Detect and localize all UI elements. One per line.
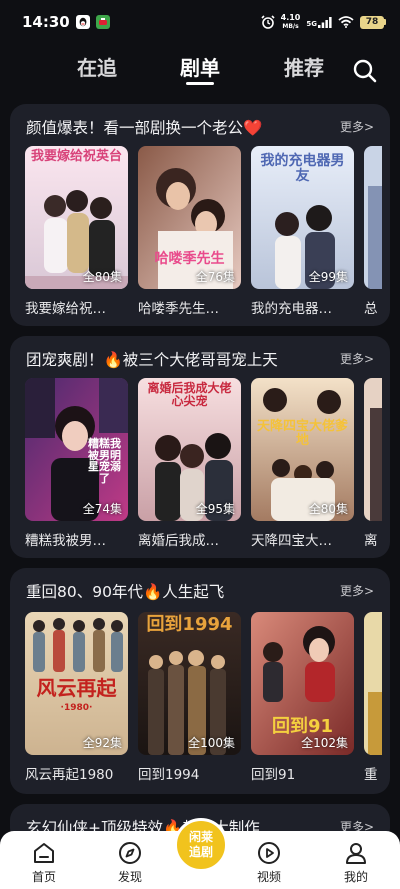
nav-label: 发现: [117, 870, 142, 884]
drama-card-row: 风云再起 ·1980· 全92集 风云再起1980 回到1994 全100集 回…: [25, 612, 382, 783]
section-title: 重回80、90年代🔥人生起飞: [26, 583, 225, 601]
drama-poster[interactable]: [364, 378, 382, 521]
poster-title-art: 回到1994: [146, 614, 233, 635]
status-time: 14:30: [22, 13, 70, 31]
alarm-icon: [261, 15, 275, 29]
signal-bars-icon: [318, 16, 332, 28]
signal-indicator: 5G: [306, 16, 332, 28]
drama-poster[interactable]: 回到91 全102集: [251, 612, 354, 755]
drama-title: 回到1994: [138, 767, 200, 783]
poster-title-art: 哈喽季先生: [154, 251, 225, 267]
poster-title-art: 风云再起: [36, 676, 117, 700]
episode-count: 全76集: [195, 270, 235, 284]
status-indicators: 4.10 MB/s 5G 78: [261, 13, 386, 31]
playlist-section: 重回80、90年代🔥人生起飞 更多> 风云再起 ·1980· 全92集 风云再起…: [10, 568, 390, 794]
drama-title: 我的充电器…: [251, 301, 332, 317]
drama-poster[interactable]: 哈喽季先生 全76集: [138, 146, 241, 289]
drama-poster[interactable]: 我要嫁给祝英台 全80集: [25, 146, 128, 289]
poster-title-art: 离婚后我成大佬心尖宠: [147, 381, 232, 408]
nav-label: 我的: [343, 870, 368, 884]
wifi-icon: [338, 16, 354, 28]
center-app-button[interactable]: 闲莱追剧: [174, 818, 228, 872]
drama-card[interactable]: 回到1994 全100集 回到1994: [138, 612, 241, 783]
episode-count: 全99集: [308, 270, 348, 284]
nav-video[interactable]: 视频: [239, 841, 299, 885]
battery-indicator: 78: [360, 15, 386, 29]
section-title: 团宠爽剧！🔥被三个大佬哥哥宠上天: [26, 351, 278, 369]
drama-card-row: 糟糕我被男明星宠溺了 全74集 糟糕我被男… 离婚后我成大佬心尖宠 全95集 离…: [25, 378, 382, 549]
nav-profile[interactable]: 我的: [326, 841, 386, 885]
drama-title: 总: [364, 301, 378, 317]
status-bar: 14:30 4.10 MB/s 5G 78: [0, 0, 400, 44]
episode-count: 全80集: [82, 270, 122, 284]
poster-title-art: 我要嫁给祝英台: [30, 149, 122, 164]
drama-card-row: 我要嫁给祝英台 全80集 我要嫁给祝… 哈喽季先生 全76集 哈喽季先生… 我的…: [25, 146, 382, 317]
compass-icon: [119, 842, 141, 864]
drama-poster[interactable]: 天降四宝大佬爹地 全80集: [251, 378, 354, 521]
tab-playlists[interactable]: 剧单: [180, 52, 220, 81]
top-tab-bar: 在追 剧单 推荐: [0, 44, 400, 94]
drama-card[interactable]: 我的充电器男友 全99集 我的充电器…: [251, 146, 354, 317]
drama-poster[interactable]: [364, 612, 382, 755]
drama-poster[interactable]: 离婚后我成大佬心尖宠 全95集: [138, 378, 241, 521]
section-title: 颜值爆表！看一部剧换一个老公❤️: [26, 119, 263, 137]
drama-card[interactable]: 离婚后我成大佬心尖宠 全95集 离婚后我成…: [138, 378, 241, 549]
search-button[interactable]: [352, 58, 378, 84]
episode-count: 全102集: [301, 736, 348, 750]
drama-title: 天降四宝大…: [251, 533, 332, 549]
drama-title: 回到91: [251, 767, 296, 783]
drama-card[interactable]: 糟糕我被男明星宠溺了 全74集 糟糕我被男…: [25, 378, 128, 549]
playlist-section: 团宠爽剧！🔥被三个大佬哥哥宠上天 更多> 糟糕我被男明星宠溺了 全74集 糟糕我…: [10, 336, 390, 558]
more-link[interactable]: 更多>: [340, 118, 374, 135]
nav-label: 视频: [256, 870, 281, 884]
drama-title: 离: [364, 533, 378, 549]
active-tab-indicator: [186, 82, 214, 85]
more-link[interactable]: 更多>: [340, 350, 374, 367]
episode-count: 全100集: [188, 736, 235, 750]
drama-title: 风云再起1980: [25, 767, 114, 783]
drama-title: 离婚后我成…: [138, 533, 219, 549]
game-notification-icon: [95, 15, 110, 29]
drama-card[interactable]: 回到91 全102集 回到91: [251, 612, 354, 783]
drama-card[interactable]: 天降四宝大佬爹地 全80集 天降四宝大…: [251, 378, 354, 549]
drama-poster[interactable]: 我的充电器男友 全99集: [251, 146, 354, 289]
drama-card[interactable]: 我要嫁给祝英台 全80集 我要嫁给祝…: [25, 146, 128, 317]
search-icon: [353, 59, 377, 83]
drama-title: 重: [364, 767, 378, 783]
drama-card[interactable]: 哈喽季先生 全76集 哈喽季先生…: [138, 146, 241, 317]
drama-poster[interactable]: 回到1994 全100集: [138, 612, 241, 755]
tab-following[interactable]: 在追: [77, 52, 117, 81]
drama-poster[interactable]: 风云再起 ·1980· 全92集: [25, 612, 128, 755]
drama-title: 我要嫁给祝…: [25, 301, 106, 317]
profile-icon: [346, 843, 366, 864]
network-speed: 4.10 MB/s: [280, 13, 301, 30]
nav-home[interactable]: 首页: [14, 841, 74, 885]
nav-discover[interactable]: 发现: [100, 841, 160, 885]
drama-card[interactable]: 重: [364, 612, 382, 783]
poster-title-art: 我的充电器男友: [260, 153, 345, 184]
drama-poster[interactable]: 糟糕我被男明星宠溺了 全74集: [25, 378, 128, 521]
episode-count: 全92集: [82, 736, 122, 750]
drama-card[interactable]: 总: [364, 146, 382, 317]
drama-card[interactable]: 风云再起 ·1980· 全92集 风云再起1980: [25, 612, 128, 783]
episode-count: 全74集: [82, 502, 122, 516]
episode-count: 全95集: [195, 502, 235, 516]
nav-label: 首页: [31, 870, 56, 884]
drama-title: 糟糕我被男…: [25, 533, 106, 549]
more-link[interactable]: 更多>: [340, 582, 374, 599]
qq-notification-icon: [75, 15, 90, 29]
poster-title-art: 天降四宝大佬爹地: [256, 419, 348, 448]
home-icon: [34, 843, 54, 863]
playlist-section: 颜值爆表！看一部剧换一个老公❤️ 更多> 我要嫁给祝英台 全80集 我要嫁给祝……: [10, 104, 390, 326]
poster-title-art: 糟糕我被男明星宠溺了: [88, 437, 121, 485]
episode-count: 全80集: [308, 502, 348, 516]
drama-card[interactable]: 离: [364, 378, 382, 549]
drama-poster[interactable]: [364, 146, 382, 289]
center-button-label: 闲莱追剧: [188, 830, 213, 859]
tab-recommend[interactable]: 推荐: [284, 52, 324, 81]
video-play-icon: [258, 842, 280, 864]
drama-title: 哈喽季先生…: [138, 301, 219, 317]
poster-subtitle-art: ·1980·: [60, 703, 93, 713]
